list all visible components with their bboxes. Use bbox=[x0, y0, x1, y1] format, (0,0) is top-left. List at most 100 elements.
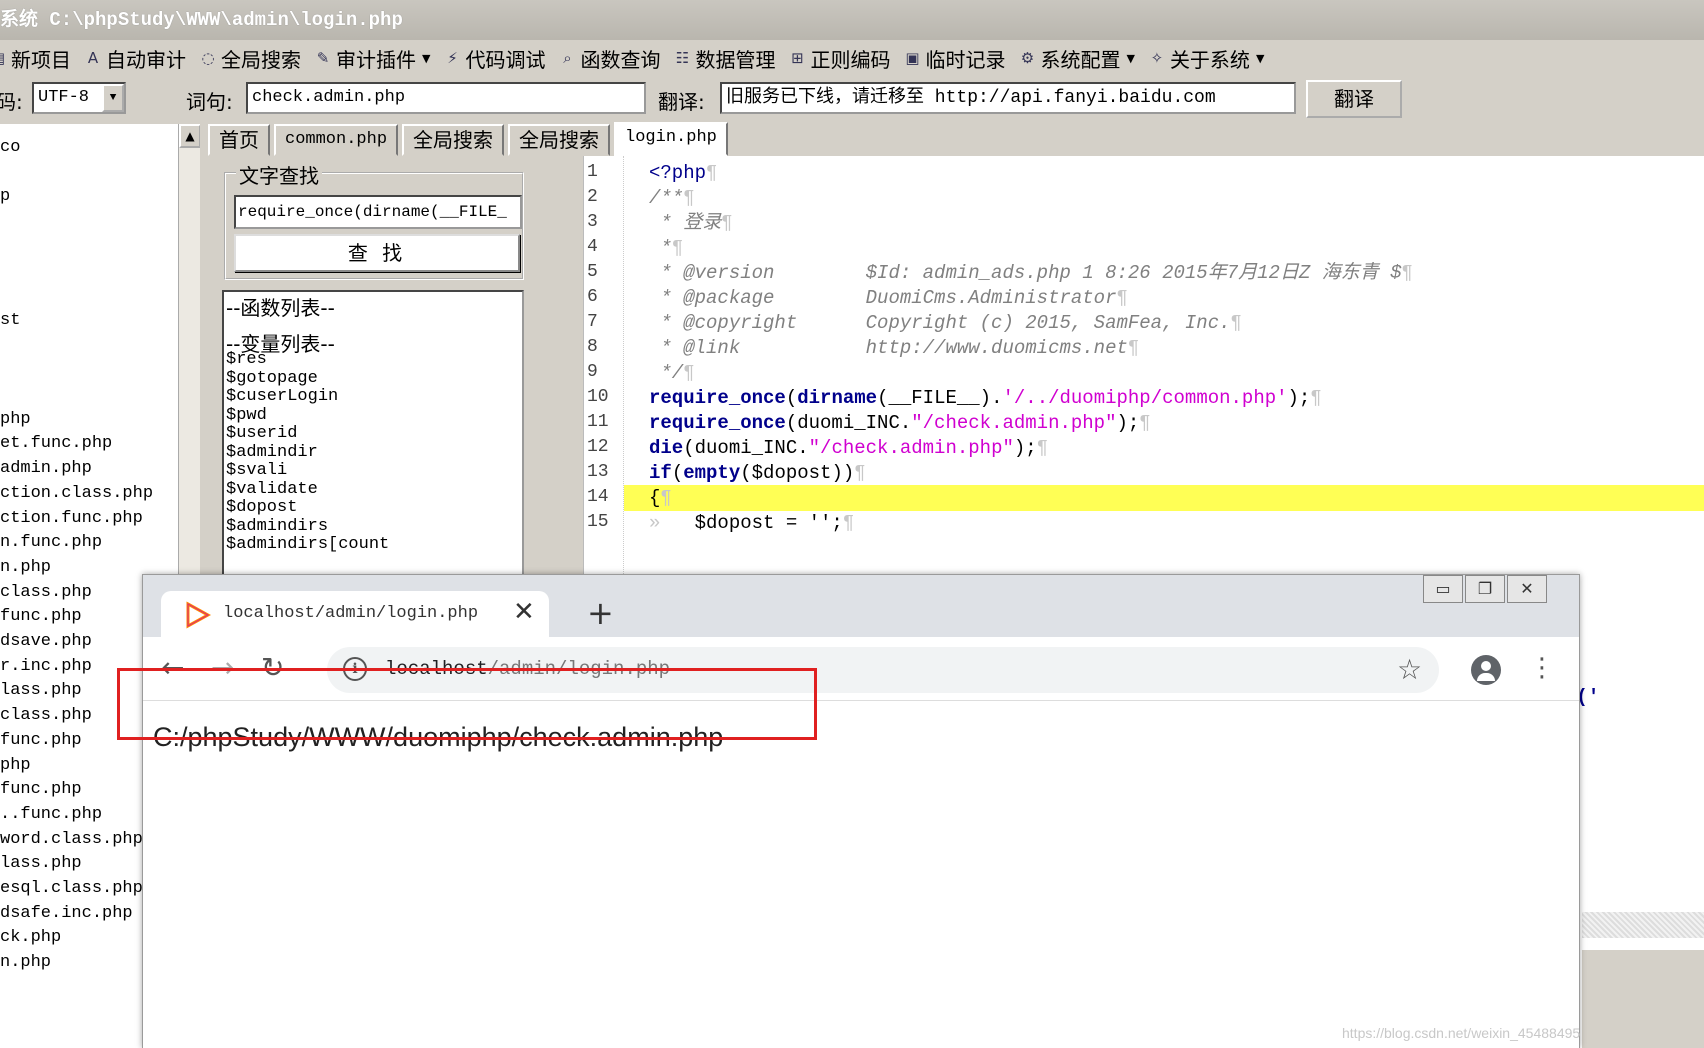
file-tree-item[interactable]: esql.class.php bbox=[0, 879, 143, 898]
code-line-8: * @link http://www.duomicms.net¶ bbox=[649, 337, 1140, 359]
file-tree-item[interactable]: class.php bbox=[0, 583, 92, 602]
word-input[interactable]: check.admin.php bbox=[246, 82, 646, 114]
menu-item-1[interactable]: A 自动审计 bbox=[77, 42, 192, 74]
file-tree-item[interactable]: lass.php bbox=[0, 681, 82, 700]
code-line-15: » $dopost = '';¶ bbox=[649, 512, 855, 534]
bookmark-star-icon[interactable]: ☆ bbox=[1397, 653, 1422, 686]
new-tab-icon[interactable]: + bbox=[587, 597, 614, 629]
profile-avatar-icon[interactable] bbox=[1471, 655, 1501, 685]
variable-item[interactable]: $admindirs bbox=[226, 517, 328, 536]
encoding-select[interactable]: UTF-8 ▼ bbox=[32, 82, 126, 114]
menu-item-0[interactable]: ▤新项目 bbox=[0, 42, 77, 74]
menu-item-9[interactable]: ⚙ 系统配置 ▼ bbox=[1011, 42, 1140, 74]
search-input[interactable]: require_once(dirname(__FILE_ bbox=[234, 195, 522, 229]
menu-item-label: 全局搜索 bbox=[221, 47, 301, 72]
file-tree-item[interactable]: php bbox=[0, 756, 31, 775]
variable-item[interactable]: $validate bbox=[226, 480, 318, 499]
menu-item-4[interactable]: ⚡ 代码调试 bbox=[436, 42, 551, 74]
editor-tabs: 首页 common.php 全局搜索 全局搜索 login.php bbox=[208, 122, 1704, 156]
file-tree-item[interactable]: st bbox=[0, 311, 20, 330]
menu-item-5[interactable]: ⌕ 函数查询 bbox=[551, 42, 666, 74]
line-number: 7 bbox=[587, 312, 598, 332]
new-project-icon: ▤ bbox=[0, 48, 8, 68]
menu-item-10[interactable]: ✧ 关于系统 ▼ bbox=[1141, 42, 1270, 74]
variable-item[interactable]: $gotopage bbox=[226, 369, 318, 388]
file-tree-item[interactable]: dsafe.inc.php bbox=[0, 904, 133, 923]
file-tree-item[interactable]: ..func.php bbox=[0, 805, 102, 824]
menu-item-2[interactable]: ◌ 全局搜索 bbox=[192, 42, 307, 74]
variable-item[interactable]: $dopost bbox=[226, 498, 297, 517]
code-line-10: require_once(dirname(__FILE__).'/../duom… bbox=[649, 387, 1322, 409]
file-tree-item[interactable]: n.func.php bbox=[0, 533, 102, 552]
minimize-icon[interactable]: ▭ bbox=[1423, 575, 1463, 603]
variable-item[interactable]: $pwd bbox=[226, 406, 267, 425]
tab-3[interactable]: 全局搜索 bbox=[508, 124, 611, 156]
functions-header: --函数列表-- bbox=[226, 296, 335, 320]
menu-item-3[interactable]: ✎ 审计插件 ▼ bbox=[307, 42, 436, 74]
file-tree-item[interactable]: word.class.php bbox=[0, 830, 143, 849]
menu-item-label: 临时记录 bbox=[925, 47, 1006, 72]
file-tree-item[interactable]: func.php bbox=[0, 731, 82, 750]
scroll-up-icon[interactable]: ▲ bbox=[179, 124, 201, 148]
code-line-2: /**¶ bbox=[649, 187, 695, 209]
variable-item[interactable]: $admindir bbox=[226, 443, 318, 462]
file-tree-item[interactable]: admin.php bbox=[0, 459, 92, 478]
code-line-6: * @package DuomiCms.Administrator¶ bbox=[649, 287, 1128, 309]
file-tree-item[interactable]: dsave.php bbox=[0, 632, 92, 651]
encoding-value: UTF-8 bbox=[38, 88, 90, 107]
translate-label: 翻译: bbox=[658, 90, 705, 114]
code-line-7: * @copyright Copyright (c) 2015, SamFea,… bbox=[649, 312, 1242, 334]
data-manage-icon: ☷ bbox=[675, 49, 690, 67]
line-number: 12 bbox=[587, 437, 609, 457]
file-tree-item[interactable]: class.php bbox=[0, 706, 92, 725]
file-tree-item[interactable]: n.php bbox=[0, 558, 51, 577]
code-line-5: * @version $Id: admin_ads.php 1 8:26 201… bbox=[649, 262, 1413, 284]
global-search-icon: ◌ bbox=[201, 49, 215, 67]
file-tree-item[interactable]: ction.func.php bbox=[0, 509, 143, 528]
file-tree-item[interactable]: func.php bbox=[0, 780, 82, 799]
debug-icon: ⚡ bbox=[447, 49, 458, 67]
editor-bottom-panel bbox=[1582, 950, 1704, 1048]
variable-item[interactable]: $svali bbox=[226, 461, 287, 480]
menu-item-label: 审计插件 bbox=[336, 47, 416, 72]
restore-icon[interactable]: ❐ bbox=[1465, 575, 1505, 603]
menu-item-label: 代码调试 bbox=[465, 47, 546, 72]
browser-window: localhost/admin/login.php ✕ + ▭ ❐ ✕ ← → … bbox=[142, 574, 1580, 1048]
browser-tab[interactable]: localhost/admin/login.php ✕ bbox=[161, 591, 549, 639]
chevron-down-icon[interactable]: ▼ bbox=[102, 84, 124, 112]
line-number: 1 bbox=[587, 162, 598, 182]
tab-4[interactable]: login.php bbox=[614, 122, 728, 156]
file-tree-item[interactable]: func.php bbox=[0, 607, 82, 626]
menu-item-6[interactable]: ☷ 数据管理 bbox=[666, 42, 781, 74]
translate-button[interactable]: 翻译 bbox=[1306, 80, 1402, 118]
find-button[interactable]: 查 找 bbox=[234, 234, 520, 272]
menu-item-7[interactable]: ⊞ 正则编码 bbox=[781, 42, 896, 74]
tab-0[interactable]: 首页 bbox=[208, 124, 270, 156]
file-tree-item[interactable]: n.php bbox=[0, 953, 51, 972]
variable-item[interactable]: $userid bbox=[226, 424, 297, 443]
file-tree-item[interactable]: r.inc.php bbox=[0, 657, 92, 676]
menu-item-label: 新项目 bbox=[11, 47, 71, 72]
app-title: 系统 C:\phpStudy\WWW\admin\login.php bbox=[0, 9, 403, 31]
play-favicon-icon bbox=[186, 601, 211, 629]
menu-item-8[interactable]: ▣ 临时记录 bbox=[896, 42, 1011, 74]
file-tree-item[interactable]: lass.php bbox=[0, 854, 82, 873]
variable-item[interactable]: $cuserLogin bbox=[226, 387, 338, 406]
chevron-down-icon: ▼ bbox=[422, 51, 431, 65]
file-tree-item[interactable]: ck.php bbox=[0, 928, 61, 947]
notes-icon: ▣ bbox=[905, 49, 920, 67]
more-menu-icon[interactable]: ⋮ bbox=[1529, 651, 1555, 685]
close-icon[interactable]: ✕ bbox=[513, 597, 535, 627]
variable-item[interactable]: $admindirs[count bbox=[226, 535, 389, 554]
file-tree-item[interactable]: php bbox=[0, 410, 31, 429]
variable-item[interactable]: $res bbox=[226, 350, 267, 369]
tab-1[interactable]: common.php bbox=[274, 124, 399, 156]
close-window-icon[interactable]: ✕ bbox=[1507, 575, 1547, 603]
file-tree-item[interactable]: co bbox=[0, 138, 20, 157]
file-tree-item[interactable]: ction.class.php bbox=[0, 484, 153, 503]
line-number: 10 bbox=[587, 387, 609, 407]
file-tree-item[interactable]: et.func.php bbox=[0, 434, 112, 453]
translate-output[interactable]: 旧服务已下线，请迁移至 http://api.fanyi.baidu.com bbox=[720, 82, 1296, 114]
tab-2[interactable]: 全局搜索 bbox=[402, 124, 505, 156]
file-tree-item[interactable]: p bbox=[0, 187, 10, 206]
